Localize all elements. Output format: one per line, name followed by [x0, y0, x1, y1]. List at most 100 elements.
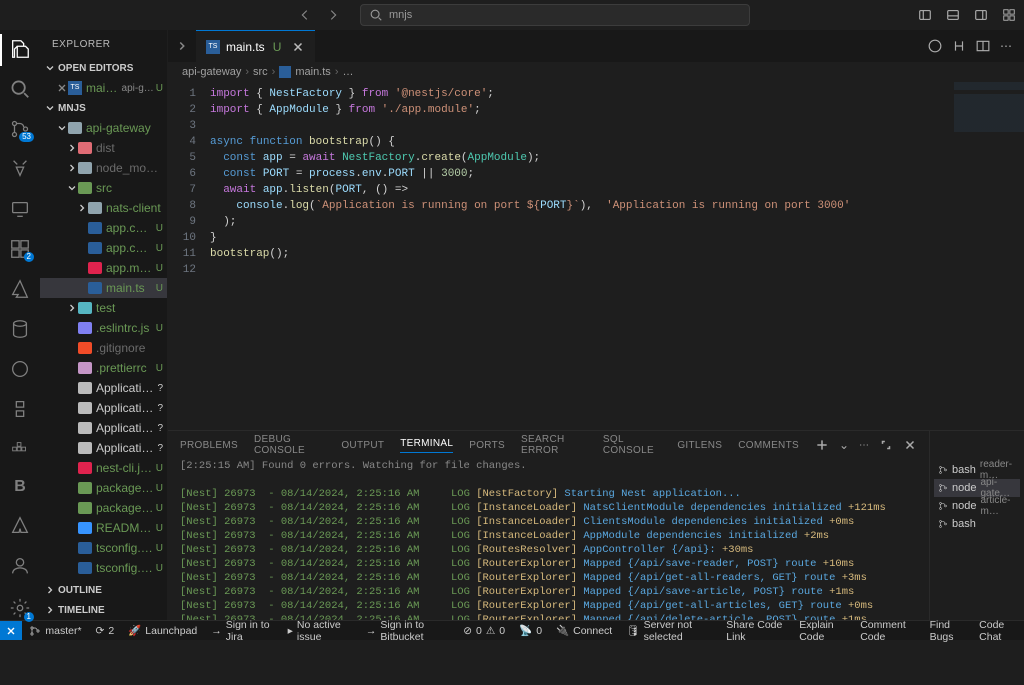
activity-python[interactable] — [8, 398, 32, 420]
explorer-sidebar: EXPLORER OPEN EDITORS TS main.ts api-g… … — [40, 30, 168, 620]
terminal-new-icon[interactable] — [815, 438, 829, 452]
command-center[interactable]: mnjs — [360, 4, 750, 26]
file-item[interactable]: app.module…U — [40, 258, 167, 278]
title-bar: mnjs — [0, 0, 1024, 30]
bottom-panel: PROBLEMS DEBUG CONSOLE OUTPUT TERMINAL PORTS… — [168, 430, 1024, 620]
ts-icon: TS — [206, 40, 220, 54]
activity-docker[interactable] — [8, 438, 32, 460]
panel-tab-problems[interactable]: PROBLEMS — [180, 440, 238, 451]
status-chat[interactable]: Code Chat — [972, 619, 1024, 643]
status-branch[interactable]: master* — [22, 625, 88, 637]
file-item[interactable]: Application is …? — [40, 418, 167, 438]
status-bitbucket[interactable]: → Sign in to Bitbucket — [359, 619, 456, 643]
panel-tab-debug-console[interactable]: DEBUG CONSOLE — [254, 434, 325, 456]
terminal-split-dropdown[interactable]: ⌄ — [839, 438, 849, 452]
workspace-section[interactable]: MNJS — [40, 98, 167, 118]
status-jira[interactable]: → Sign in to Jira — [204, 619, 280, 643]
activity-remote[interactable] — [8, 198, 32, 220]
ext-badge: 2 — [24, 252, 34, 262]
status-launchpad[interactable]: 🚀 Launchpad — [121, 624, 204, 637]
terminal-output[interactable]: [2:25:15 AM] Found 0 errors. Watching fo… — [168, 459, 929, 620]
panel-tab-terminal[interactable]: TERMINAL — [400, 438, 453, 453]
outline-section[interactable]: OUTLINE — [40, 580, 167, 600]
panel-tab-ports[interactable]: PORTS — [469, 440, 505, 451]
status-ports[interactable]: 📡 0 — [512, 624, 549, 637]
tab-action-more-icon[interactable]: ⋯ — [1000, 39, 1014, 53]
tab-overflow-icon[interactable] — [168, 30, 196, 62]
folder-item[interactable]: api-gateway — [40, 118, 167, 138]
breadcrumbs[interactable]: api-gateway› src› main.ts› … — [168, 62, 1024, 82]
status-connect[interactable]: 🔌 Connect — [549, 624, 619, 637]
file-item[interactable]: .gitignore — [40, 338, 167, 358]
nav-forward-icon[interactable] — [326, 8, 340, 22]
activity-settings[interactable]: 1 — [8, 596, 32, 620]
file-item[interactable]: .eslintrc.jsU — [40, 318, 167, 338]
activity-bold[interactable]: B — [8, 478, 32, 496]
file-item[interactable]: Application is …? — [40, 378, 167, 398]
activity-azure[interactable] — [8, 278, 32, 300]
panel-maximize-icon[interactable] — [879, 438, 893, 452]
search-placeholder: mnjs — [389, 9, 412, 21]
close-icon[interactable] — [291, 40, 305, 54]
panel-tab-search-error[interactable]: SEARCH ERROR — [521, 434, 587, 456]
tab-main-ts[interactable]: TS main.ts U — [196, 30, 315, 62]
activity-search[interactable] — [8, 78, 32, 100]
open-editors-section[interactable]: OPEN EDITORS — [40, 58, 167, 78]
activity-accounts[interactable] — [8, 554, 32, 578]
panel-more-icon[interactable]: ⋯ — [859, 440, 869, 451]
status-problems[interactable]: ⊘0 ⚠0 — [456, 625, 512, 637]
tab-action-split-icon[interactable] — [976, 39, 990, 53]
status-sync[interactable]: ⟳ 2 — [89, 625, 122, 637]
tab-action-compare-icon[interactable] — [952, 39, 966, 53]
layout-primary-icon[interactable] — [918, 8, 932, 22]
nav-back-icon[interactable] — [298, 8, 312, 22]
activity-database[interactable] — [8, 318, 32, 340]
explorer-title: EXPLORER — [40, 30, 167, 58]
file-item[interactable]: nest-cli.jsonU — [40, 458, 167, 478]
timeline-section[interactable]: TIMELINE — [40, 600, 167, 620]
status-bugs[interactable]: Find Bugs — [923, 619, 973, 643]
status-bar: master* ⟳ 2 🚀 Launchpad → Sign in to Jir… — [0, 620, 1024, 640]
panel-tab-comments[interactable]: COMMENTS — [738, 440, 799, 451]
ts-icon: TS — [68, 81, 82, 95]
activity-bar: 53 2 B 1 — [0, 30, 40, 620]
code-editor[interactable]: 123456789101112 import { NestFactory } f… — [168, 82, 1024, 430]
file-item[interactable]: Application is …? — [40, 398, 167, 418]
close-icon[interactable] — [56, 81, 68, 95]
activity-explorer[interactable] — [8, 38, 32, 60]
open-editor-item[interactable]: TS main.ts api-g… U — [40, 78, 167, 98]
panel-tabs: PROBLEMS DEBUG CONSOLE OUTPUT TERMINAL PORTS… — [168, 431, 929, 459]
panel-tab-sql-console[interactable]: SQL CONSOLE — [603, 434, 661, 456]
activity-scm[interactable]: 53 — [8, 118, 32, 140]
remote-indicator[interactable] — [0, 621, 22, 640]
folder-item[interactable]: test — [40, 298, 167, 318]
status-issue[interactable]: ▸ No active issue — [281, 619, 359, 643]
activity-atlassian[interactable] — [8, 514, 32, 536]
status-server[interactable]: 🛢 Server not selected — [619, 619, 719, 643]
file-tree: api-gatewaydistnode_modulessrcnats-clien… — [40, 118, 167, 580]
minimap[interactable] — [954, 82, 1024, 142]
layout-panel-icon[interactable] — [946, 8, 960, 22]
panel-tab-output[interactable]: OUTPUT — [341, 440, 384, 451]
status-explain[interactable]: Explain Code — [792, 619, 853, 643]
file-item[interactable]: app.controll…U — [40, 218, 167, 238]
file-item[interactable]: package-lock…U — [40, 478, 167, 498]
file-item[interactable]: Application is …? — [40, 438, 167, 458]
panel-close-icon[interactable] — [903, 438, 917, 452]
layout-secondary-icon[interactable] — [974, 8, 988, 22]
terminal-instance[interactable]: node article-m… — [934, 497, 1020, 515]
search-icon — [369, 8, 383, 22]
tab-action-play-icon[interactable] — [928, 39, 942, 53]
tab-bar: TS main.ts U ⋯ — [168, 30, 1024, 62]
status-comment[interactable]: Comment Code — [853, 619, 922, 643]
status-share[interactable]: Share Code Link — [719, 619, 792, 643]
file-item[interactable]: .prettierrcU — [40, 358, 167, 378]
panel-tab-gitlens[interactable]: GITLENS — [677, 440, 722, 451]
file-item[interactable]: main.tsU — [40, 278, 167, 298]
file-item[interactable]: app.controll…U — [40, 238, 167, 258]
terminal-instance[interactable]: bash — [934, 515, 1020, 533]
customize-layout-icon[interactable] — [1002, 8, 1016, 22]
activity-extensions[interactable]: 2 — [8, 238, 32, 260]
activity-debug[interactable] — [8, 158, 32, 180]
activity-git-graph[interactable] — [8, 358, 32, 380]
